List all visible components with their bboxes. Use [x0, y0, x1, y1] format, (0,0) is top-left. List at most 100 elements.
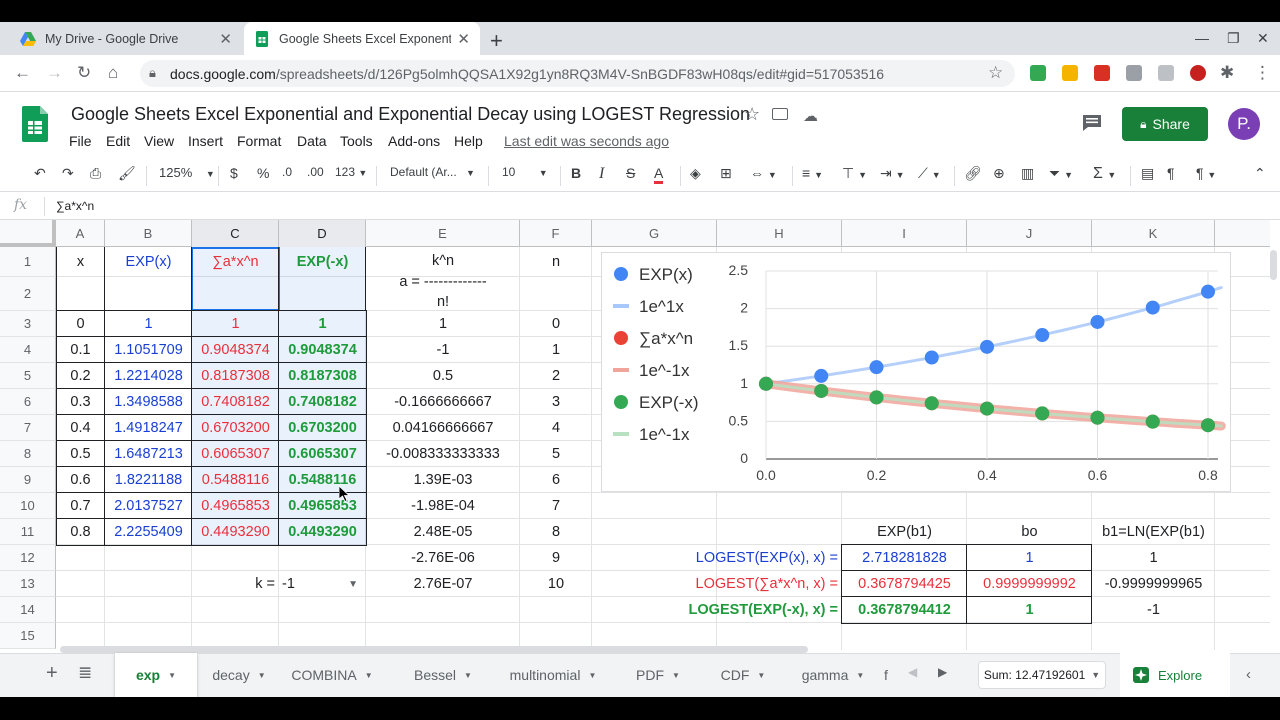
row-header[interactable]: 12: [0, 545, 56, 571]
horizontal-align-icon[interactable]: ≡ ▼: [802, 165, 823, 181]
redo-icon[interactable]: ↷: [62, 165, 74, 182]
sheet-tab-combina[interactable]: COMBINA ▼: [281, 653, 383, 697]
filter-icon[interactable]: ⏷ ▼: [1049, 165, 1073, 182]
sheet-tab-exp[interactable]: exp ▼: [115, 653, 197, 697]
chevron-down-icon[interactable]: ▼: [757, 671, 765, 680]
text-rotation-icon[interactable]: ⟋ ▼: [918, 165, 941, 182]
row-header[interactable]: 4: [0, 337, 56, 363]
chevron-down-icon[interactable]: ▼: [258, 671, 266, 680]
new-tab-icon[interactable]: +: [490, 28, 503, 54]
close-tab-icon[interactable]: ✕: [219, 30, 232, 48]
text-wrap-icon[interactable]: ⇥ ▼: [880, 165, 905, 182]
cell-c8[interactable]: 0.6065307: [192, 441, 279, 467]
cell-c3[interactable]: 1: [192, 311, 279, 337]
cell-e5[interactable]: 0.5: [366, 363, 520, 389]
column-header-k[interactable]: K: [1092, 220, 1215, 247]
menu-tools[interactable]: Tools: [340, 133, 373, 149]
undo-icon[interactable]: ↶: [34, 165, 46, 182]
column-header-f[interactable]: F: [520, 220, 592, 247]
row-header[interactable]: 1: [0, 247, 56, 277]
url-field[interactable]: 🔒︎ docs.google.com/spreadsheets/d/126Pg5…: [140, 60, 1015, 87]
select-all-corner[interactable]: [0, 220, 56, 247]
more-formats-button[interactable]: 123 ▼: [335, 165, 367, 179]
cell-e12[interactable]: -2.76E-06: [366, 545, 520, 571]
menu-insert[interactable]: Insert: [188, 133, 223, 149]
cell-f13[interactable]: 10: [520, 571, 592, 597]
cell-d3[interactable]: 1: [279, 311, 366, 337]
close-tab-icon[interactable]: ✕: [457, 30, 470, 48]
cell-c11[interactable]: 0.4493290: [192, 519, 279, 545]
borders-icon[interactable]: ⊞: [720, 165, 732, 182]
column-header-d[interactable]: D: [279, 220, 366, 247]
sheet-tab-pdf[interactable]: PDF ▼: [620, 653, 696, 697]
column-header-a[interactable]: A: [56, 220, 105, 247]
vertical-scrollbar[interactable]: [1270, 250, 1277, 280]
extension-icon[interactable]: [1062, 65, 1078, 81]
cell-f3[interactable]: 0: [520, 311, 592, 337]
restore-icon[interactable]: ❐: [1227, 30, 1240, 47]
functions-icon[interactable]: Σ ▼: [1093, 165, 1116, 183]
move-folder-icon[interactable]: [772, 108, 788, 120]
cell-d1[interactable]: EXP(-x): [279, 247, 366, 277]
menu-help[interactable]: Help: [454, 133, 483, 149]
insert-link-icon[interactable]: 🔗︎: [964, 165, 982, 182]
italic-button[interactable]: I: [599, 165, 604, 183]
logest-i-exp[interactable]: 2.718281828: [842, 545, 967, 571]
cell-e1-bot[interactable]: n!: [366, 291, 520, 313]
cell-a5[interactable]: 0.2: [56, 363, 105, 389]
menu-file[interactable]: File: [69, 133, 92, 149]
last-edit-link[interactable]: Last edit was seconds ago: [504, 133, 669, 149]
logest-j-exp[interactable]: 1: [967, 545, 1092, 571]
cell-b4[interactable]: 1.1051709: [105, 337, 192, 363]
cell-d6[interactable]: 0.7408182: [279, 389, 366, 415]
cell-d8[interactable]: 0.6065307: [279, 441, 366, 467]
input-tools-icon[interactable]: ▤: [1141, 165, 1154, 182]
logest-i-expneg[interactable]: 0.3678794412: [842, 597, 967, 623]
cell-c7[interactable]: 0.6703200: [192, 415, 279, 441]
decrease-decimal-button[interactable]: .0: [282, 165, 292, 179]
window-close-icon[interactable]: ✕: [1257, 30, 1269, 47]
cell-i11[interactable]: EXP(b1): [842, 519, 967, 545]
paint-format-icon[interactable]: 🖌︎: [118, 165, 136, 182]
row-header[interactable]: 7: [0, 415, 56, 441]
cell-f10[interactable]: 7: [520, 493, 592, 519]
rtl-icon[interactable]: ¶ ▼: [1196, 165, 1216, 181]
cell-b5[interactable]: 1.2214028: [105, 363, 192, 389]
cell-d9[interactable]: 0.5488116: [279, 467, 366, 493]
share-button[interactable]: 🔒︎ Share: [1122, 107, 1208, 141]
sheet-tab-decay[interactable]: decay ▼: [197, 653, 281, 697]
extension-icon[interactable]: [1126, 65, 1142, 81]
font-size-select[interactable]: 10 ▼: [502, 165, 548, 179]
k-value-dropdown[interactable]: -1 ▼: [279, 571, 366, 597]
logest-i-sum[interactable]: 0.3678794425: [842, 571, 967, 597]
insert-chart-icon[interactable]: ▥: [1021, 165, 1034, 182]
menu-view[interactable]: View: [144, 133, 174, 149]
row-header[interactable]: 15: [0, 623, 56, 649]
collapse-toolbar-icon[interactable]: ⌃: [1254, 165, 1266, 182]
font-family-select[interactable]: Default (Ar... ▼: [390, 165, 475, 179]
add-sheet-icon[interactable]: +: [46, 662, 58, 685]
print-icon[interactable]: ⎙: [90, 165, 101, 182]
cell-c4[interactable]: 0.9048374: [192, 337, 279, 363]
cell-a10[interactable]: 0.7: [56, 493, 105, 519]
column-header-c[interactable]: C: [192, 220, 279, 247]
row-header[interactable]: 3: [0, 311, 56, 337]
browser-tab-sheets[interactable]: Google Sheets Excel Exponential ✕: [244, 22, 480, 55]
row-header[interactable]: 14: [0, 597, 56, 623]
cell-a11[interactable]: 0.8: [56, 519, 105, 545]
logest-k-expneg[interactable]: -1: [1092, 597, 1215, 623]
cloud-status-icon[interactable]: ☁︎: [803, 107, 818, 125]
cell-b1[interactable]: EXP(x): [105, 247, 192, 277]
puzzle-extensions-icon[interactable]: ✱: [1220, 63, 1234, 83]
cell-e6[interactable]: -0.1666666667: [366, 389, 520, 415]
cell-c1[interactable]: ∑a*x^n: [192, 247, 279, 277]
row-header[interactable]: 9: [0, 467, 56, 493]
cell-e3[interactable]: 1: [366, 311, 520, 337]
cell-c9[interactable]: 0.5488116: [192, 467, 279, 493]
drive-extension-icon[interactable]: [1030, 65, 1046, 81]
sheet-tab-gamma[interactable]: gamma ▼: [790, 653, 876, 697]
menu-addons[interactable]: Add-ons: [388, 133, 440, 149]
cell-b7[interactable]: 1.4918247: [105, 415, 192, 441]
cell-e1-mid[interactable]: a = -------------: [366, 271, 520, 293]
chevron-down-icon[interactable]: ▼: [672, 671, 680, 680]
